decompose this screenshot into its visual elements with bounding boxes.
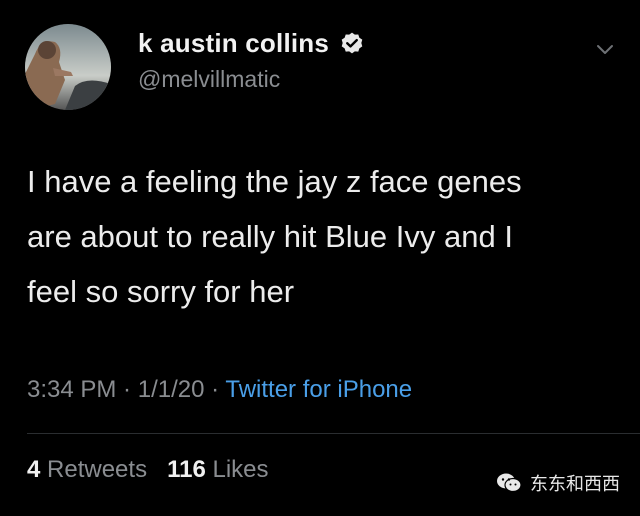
- avatar[interactable]: [25, 24, 111, 110]
- likes-stat[interactable]: 116 Likes: [167, 456, 268, 483]
- retweets-stat[interactable]: 4 Retweets: [27, 456, 147, 483]
- tweet-time[interactable]: 3:34 PM: [27, 376, 116, 403]
- author-name-row: k austin collins: [138, 28, 365, 59]
- tweet-stats: 4 Retweets 116 Likes: [27, 456, 269, 484]
- divider: [27, 433, 640, 434]
- tweet-line: are about to really hit Blue Ivy and I: [27, 219, 513, 254]
- watermark-text: 东东和西西: [530, 474, 620, 494]
- author-display-name[interactable]: k austin collins: [138, 28, 329, 59]
- tweet-meta: 3:34 PM · 1/1/20 · Twitter for iPhone: [27, 376, 412, 404]
- meta-separator: ·: [204, 376, 226, 403]
- retweets-count: 4: [27, 456, 41, 483]
- meta-separator: ·: [116, 376, 138, 403]
- tweet-date[interactable]: 1/1/20: [138, 376, 205, 403]
- verified-badge-icon: [339, 31, 365, 57]
- tweet-line: I have a feeling the jay z face genes: [27, 164, 522, 199]
- tweet-text: I have a feeling the jay z face genes ar…: [27, 154, 617, 319]
- chevron-down-icon[interactable]: [594, 38, 616, 60]
- tweet-line: feel so sorry for her: [27, 274, 295, 309]
- likes-count: 116: [167, 456, 206, 483]
- likes-label: Likes: [212, 456, 269, 483]
- retweets-label: Retweets: [47, 456, 148, 483]
- author-handle[interactable]: @melvillmatic: [138, 66, 280, 93]
- wechat-icon: [496, 472, 522, 494]
- watermark: 东东和西西: [496, 470, 620, 496]
- tweet-source-link[interactable]: Twitter for iPhone: [225, 376, 412, 403]
